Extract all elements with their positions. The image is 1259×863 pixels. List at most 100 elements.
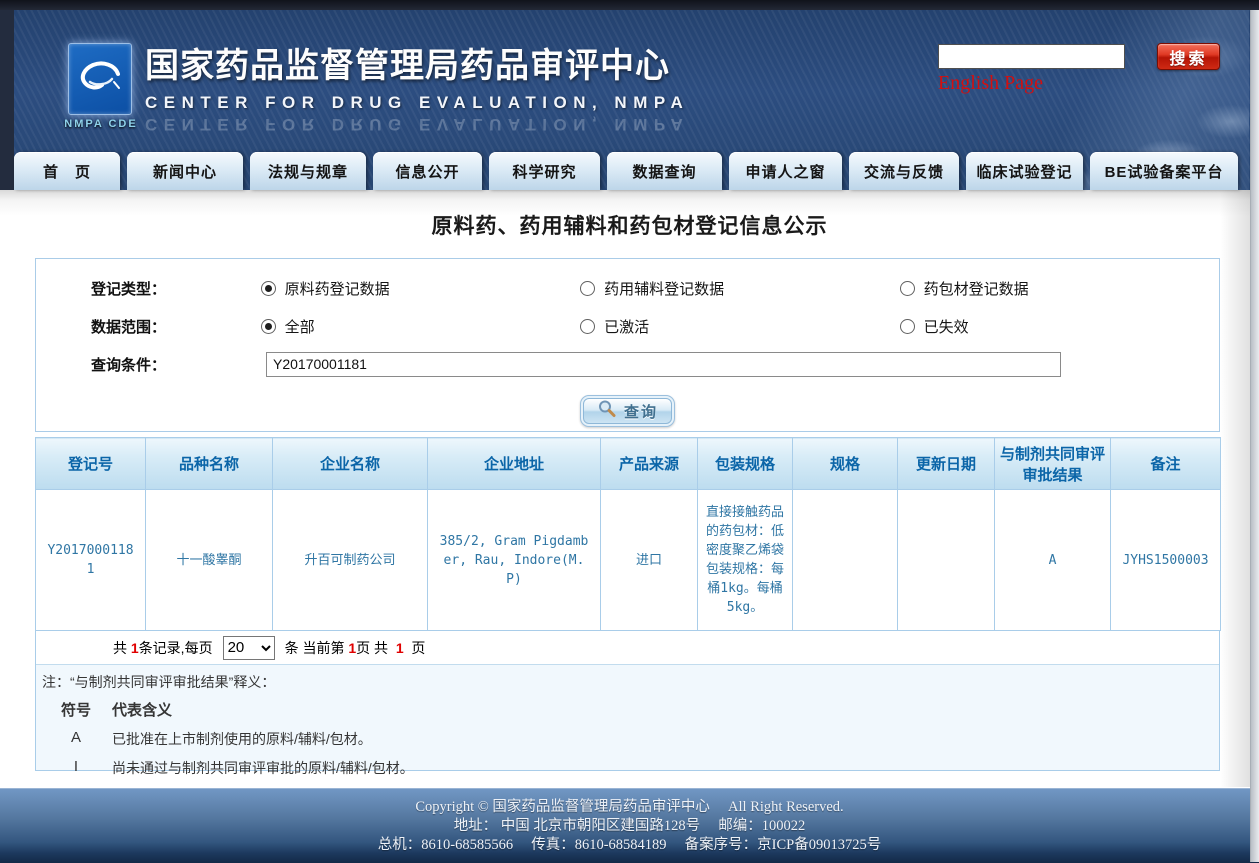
- table-footer-area: 共 1条记录,每页 20 条 当前第 1页 共 1 页 注：“与制剂共同审评审批…: [35, 631, 1220, 771]
- pagination-text: 共: [113, 638, 131, 658]
- main-content: 登记类型： 原料药登记数据 药用辅料登记数据 药包材登记数据 数据范围： 全部: [35, 258, 1220, 771]
- page-title-band: 原料药、药用辅料和药包材登记信息公示: [0, 190, 1259, 258]
- col-packaging-spec: 包装规格: [698, 438, 793, 490]
- window-top-bar: [0, 0, 1259, 10]
- col-company-name: 企业名称: [273, 438, 428, 490]
- note-meaning: 尚未通过与制剂共同审评审批的原料/辅料/包材。: [112, 758, 414, 778]
- col-product-source: 产品来源: [601, 438, 698, 490]
- option-activated: 已激活: [580, 316, 899, 337]
- col-company-address: 企业地址: [428, 438, 601, 490]
- magnifier-icon: [597, 399, 617, 423]
- main-navigation: 首 页 新闻中心 法规与规章 信息公开 科学研究 数据查询 申请人之窗 交流与反…: [14, 145, 1259, 190]
- cell-company-name: 升百可制药公司: [273, 490, 428, 631]
- header-main: NMPA CDE 国家药品监督管理局药品审评中心 CENTER FOR DRUG…: [14, 10, 1259, 145]
- col-update-date: 更新日期: [898, 438, 995, 490]
- registration-type-row: 登记类型： 原料药登记数据 药用辅料登记数据 药包材登记数据: [36, 269, 1219, 307]
- nmpa-cde-logo: [68, 43, 132, 115]
- option-expired: 已失效: [900, 316, 1219, 337]
- query-condition-row: 查询条件：: [36, 345, 1219, 383]
- option-label: 药用辅料登记数据: [604, 278, 724, 299]
- nav-tab-info-disclosure[interactable]: 信息公开: [373, 152, 482, 190]
- site-title-reflection: CENTER FOR DRUG EVALUATION, NMPA: [145, 114, 689, 134]
- right-edge-shade: [1220, 190, 1250, 787]
- radio-excipient-data[interactable]: [580, 281, 595, 296]
- notes-title: 注：“与制剂共同审评审批结果”释义：: [42, 672, 1219, 692]
- query-button-row: 查询: [36, 395, 1219, 427]
- logo-caption: NMPA CDE: [58, 118, 144, 130]
- option-packaging-data: 药包材登记数据: [900, 278, 1219, 299]
- site-title-chinese: 国家药品监督管理局药品审评中心: [145, 38, 689, 87]
- radio-all[interactable]: [261, 319, 276, 334]
- cell-product-source: 进口: [601, 490, 698, 631]
- radio-packaging-data[interactable]: [900, 281, 915, 296]
- nav-tab-home[interactable]: 首 页: [14, 152, 120, 190]
- scrollbar[interactable]: [1250, 10, 1259, 862]
- nav-tab-feedback[interactable]: 交流与反馈: [849, 152, 959, 190]
- current-page: 1: [348, 640, 356, 656]
- header-search-area: 搜索 English Page: [938, 43, 1248, 95]
- option-excipient-data: 药用辅料登记数据: [580, 278, 899, 299]
- results-table: 登记号 品种名称 企业名称 企业地址 产品来源 包装规格 规格 更新日期 与制剂…: [35, 437, 1221, 631]
- registration-type-label: 登记类型：: [91, 278, 201, 299]
- nav-tab-regulations[interactable]: 法规与规章: [250, 152, 366, 190]
- footer-address: 地址： 中国 北京市朝阳区建国路128号 邮编：100022: [0, 817, 1259, 836]
- cell-joint-review-result: A: [995, 490, 1111, 631]
- site-header: NMPA CDE 国家药品监督管理局药品审评中心 CENTER FOR DRUG…: [0, 10, 1259, 190]
- option-api-data: 原料药登记数据: [261, 278, 580, 299]
- option-label: 全部: [285, 316, 315, 337]
- option-all: 全部: [261, 316, 580, 337]
- data-scope-label: 数据范围：: [91, 316, 201, 337]
- total-pages: 1: [396, 640, 404, 656]
- site-footer: Copyright © 国家药品监督管理局药品审评中心 All Right Re…: [0, 788, 1259, 863]
- pagination-text: 条记录,每页: [139, 638, 213, 658]
- cell-registration-no: Y20170001181: [36, 490, 146, 631]
- legend-notes: 注：“与制剂共同审评审批结果”释义： 符号 代表含义 A 已批准在上市制剂使用的…: [36, 664, 1219, 770]
- nav-tab-clinical-trial[interactable]: 临床试验登记: [966, 152, 1083, 190]
- symbol-column-header: 符号: [54, 699, 98, 720]
- header-search-input[interactable]: [938, 44, 1125, 69]
- footer-contact: 总机：8610-68585566 传真：8610-68584189 备案序号：京…: [0, 836, 1259, 855]
- table-row: Y20170001181 十一酸睾酮 升百可制药公司 385/2, Gram P…: [36, 490, 1221, 631]
- nav-tab-research[interactable]: 科学研究: [489, 152, 600, 190]
- cell-company-address: 385/2, Gram Pigdamber, Rau, Indore(M.P): [428, 490, 601, 631]
- nav-tab-be-platform[interactable]: BE试验备案平台: [1090, 152, 1238, 190]
- pagination-bar: 共 1条记录,每页 20 条 当前第 1页 共 1 页: [36, 631, 1219, 664]
- query-button-label: 查询: [624, 401, 658, 422]
- option-label: 药包材登记数据: [924, 278, 1029, 299]
- note-meaning: 已批准在上市制剂使用的原料/辅料/包材。: [112, 729, 372, 749]
- cell-spec: [793, 490, 898, 631]
- table-header-row: 登记号 品种名称 企业名称 企业地址 产品来源 包装规格 规格 更新日期 与制剂…: [36, 438, 1221, 490]
- nav-tab-news[interactable]: 新闻中心: [127, 152, 243, 190]
- cell-packaging-spec: 直接接触药品的药包材：低密度聚乙烯袋包装规格：每桶1kg。每桶5kg。: [698, 490, 793, 631]
- total-records: 1: [131, 640, 139, 656]
- footer-copyright: Copyright © 国家药品监督管理局药品审评中心 All Right Re…: [0, 798, 1259, 817]
- col-joint-review-result: 与制剂共同审评审批结果: [995, 438, 1111, 490]
- query-condition-label: 查询条件：: [91, 354, 206, 375]
- per-page-select[interactable]: 20: [223, 636, 275, 660]
- nav-tab-applicant-window[interactable]: 申请人之窗: [729, 152, 842, 190]
- query-condition-input[interactable]: [266, 352, 1061, 377]
- site-title-english: CENTER FOR DRUG EVALUATION, NMPA: [145, 93, 689, 113]
- query-form: 登记类型： 原料药登记数据 药用辅料登记数据 药包材登记数据 数据范围： 全部: [35, 258, 1220, 432]
- note-symbol: I: [54, 758, 98, 778]
- radio-expired[interactable]: [900, 319, 915, 334]
- pagination-text: 页 共: [356, 638, 396, 658]
- english-page-link[interactable]: English Page: [938, 72, 1043, 95]
- meaning-column-header: 代表含义: [112, 699, 172, 720]
- radio-api-data[interactable]: [261, 281, 276, 296]
- header-search-button[interactable]: 搜索: [1157, 43, 1220, 70]
- pagination-text: 条 当前第: [285, 638, 349, 658]
- cell-remarks: JYHS1500003: [1111, 490, 1221, 631]
- pagination-text: 页: [404, 638, 426, 658]
- site-title-block: 国家药品监督管理局药品审评中心 CENTER FOR DRUG EVALUATI…: [145, 38, 689, 134]
- radio-activated[interactable]: [580, 319, 595, 334]
- col-remarks: 备注: [1111, 438, 1221, 490]
- query-button[interactable]: 查询: [580, 395, 675, 427]
- notes-header: 符号 代表含义: [40, 699, 1219, 720]
- option-label: 已失效: [924, 316, 969, 337]
- option-label: 原料药登记数据: [285, 278, 390, 299]
- nav-tab-data-query[interactable]: 数据查询: [607, 152, 722, 190]
- col-registration-no: 登记号: [36, 438, 146, 490]
- cell-variety-name: 十一酸睾酮: [146, 490, 273, 631]
- cell-update-date: [898, 490, 995, 631]
